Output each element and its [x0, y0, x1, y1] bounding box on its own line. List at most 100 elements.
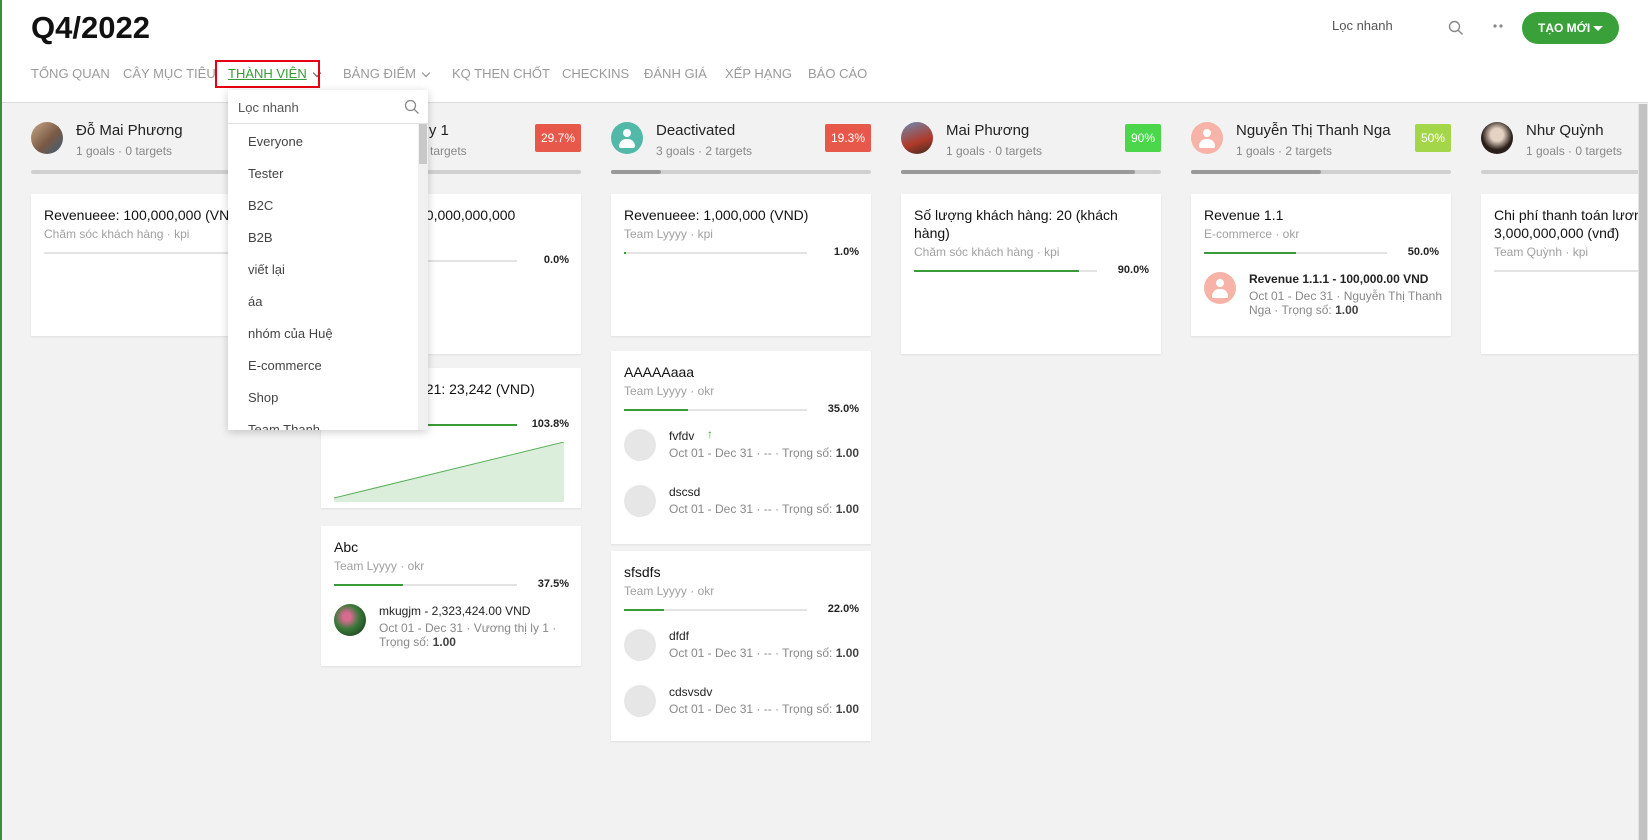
avatar[interactable] [1481, 122, 1513, 154]
dropdown-item-b2c[interactable]: B2C [248, 198, 273, 218]
dropdown-scrollbar[interactable] [418, 124, 428, 430]
goal-title[interactable]: Chi phí thanh toán lương: 3,000,000,000 … [1494, 206, 1648, 242]
dropdown-item-e-commerce[interactable]: E-commerce [248, 358, 322, 378]
goal-progress [1204, 252, 1387, 254]
search-icon[interactable] [404, 99, 420, 115]
progress-fill [334, 584, 403, 586]
progress-fill [914, 270, 1079, 272]
goal-title[interactable]: Revenue 1.1 [1204, 206, 1444, 224]
goal-card[interactable]: Số lượng khách hàng: 20 (khách hàng) Chă… [901, 194, 1161, 354]
dropdown-item-aa[interactable]: áa [248, 294, 262, 314]
goal-card[interactable]: Revenue 1.1 E-commerce · okr 50.0% Reven… [1191, 194, 1451, 336]
goal-card[interactable]: sfsdfs Team Lyyyy · okr 22.0% dfdf Oct 0… [611, 551, 871, 741]
goal-card[interactable]: Revenueee: 1,000,000 (VND) Team Lyyyy · … [611, 194, 871, 336]
active-tab-highlight-box [215, 60, 320, 88]
tab-danh-gia[interactable]: ĐÁNH GIÁ [644, 61, 707, 87]
create-new-button[interactable]: TẠO MỚI [1522, 12, 1619, 44]
goal-percent: 22.0% [827, 603, 859, 615]
user-icon [1199, 127, 1215, 149]
quick-filter-input[interactable]: Lọc nhanh [1332, 18, 1452, 38]
dropdown-item-everyone[interactable]: Everyone [248, 134, 303, 154]
dropdown-item-tester[interactable]: Tester [248, 166, 283, 186]
member-meta: 1 goals · 0 targets [1526, 144, 1623, 158]
dropdown-list: Everyone Tester B2C B2B viết lại áa nhóm… [228, 124, 418, 430]
scrollbar-thumb[interactable] [1639, 104, 1647, 840]
member-header: Deactivated 3 goals · 2 targets 19.3% [611, 120, 871, 168]
kr-weight: 1.00 [835, 702, 860, 716]
key-result-item[interactable]: dscsd Oct 01 - Dec 31 · -- · Trọng số: 1… [624, 483, 864, 531]
tab-bao-cao[interactable]: BÁO CÁO [808, 61, 867, 87]
create-new-label: TẠO MỚI [1538, 21, 1591, 35]
member-progress-bar [611, 170, 871, 174]
kr-name[interactable]: cdsvsdv [669, 685, 712, 699]
avatar[interactable] [31, 122, 63, 154]
dropdown-search-input[interactable] [238, 97, 398, 117]
top-header: Q4/2022 TỔNG QUAN CÂY MỤC TIÊU THÀNH VIÊ… [0, 0, 1648, 103]
goal-percent: 1.0% [833, 246, 859, 258]
tab-checkins[interactable]: CHECKINS [562, 61, 629, 87]
goal-progress [624, 609, 807, 611]
goal-sub: Team Lyyyy · kpi [624, 227, 713, 241]
kr-name[interactable]: Revenue 1.1.1 - 100,000.00 VND [1249, 272, 1428, 286]
avatar[interactable] [1191, 122, 1223, 154]
kr-meta-text: Oct 01 - Dec 31 · -- · Trọng số: [669, 446, 833, 460]
user-icon [619, 127, 635, 149]
avatar [624, 685, 656, 717]
status-badge: 29.7% [534, 124, 581, 152]
dropdown-item-team-thanh[interactable]: Team Thanh [248, 422, 320, 430]
goal-title[interactable]: AAAAAaaa [624, 363, 864, 381]
dropdown-item-shop[interactable]: Shop [248, 390, 278, 410]
progress-fill [624, 609, 665, 611]
avatar [624, 429, 656, 461]
kr-weight: 1.00 [1335, 303, 1359, 317]
kr-name[interactable]: fvfdv [669, 429, 694, 443]
more-dots-icon[interactable] [1490, 18, 1506, 34]
tab-bang-diem[interactable]: BẢNG ĐIỂM [343, 61, 431, 87]
progress-fill [624, 409, 689, 411]
goal-card[interactable]: Abc Team Lyyyy · okr 37.5% mkugjm - 2,32… [321, 526, 581, 666]
tab-kq-then-chot[interactable]: KQ THEN CHỐT [452, 61, 550, 87]
key-result-item[interactable]: mkugjm - 2,323,424.00 VND Oct 01 - Dec 3… [334, 602, 574, 650]
goal-sub: Chăm sóc khách hàng · kpi [914, 245, 1060, 259]
kr-meta: Oct 01 - Dec 31 · -- · Trọng số: 1.00 [669, 502, 869, 516]
member-name[interactable]: Mai Phương [946, 122, 1029, 139]
dropdown-scrollbar-thumb[interactable] [419, 124, 427, 164]
goal-title[interactable]: sfsdfs [624, 563, 864, 581]
vertical-scrollbar[interactable] [1638, 104, 1648, 840]
member-name[interactable]: Như Quỳnh [1526, 122, 1604, 139]
key-result-item[interactable]: dfdf Oct 01 - Dec 31 · -- · Trọng số: 1.… [624, 627, 864, 675]
member-name[interactable]: Đỗ Mai Phương [76, 122, 183, 139]
dropdown-item-b2b[interactable]: B2B [248, 230, 273, 250]
tab-xep-hang[interactable]: XẾP HẠNG [725, 61, 792, 87]
avatar [1204, 272, 1236, 304]
dropdown-item-nhom-cua-hue[interactable]: nhóm của Huệ [248, 326, 333, 346]
tab-cay-muc-tieu[interactable]: CÂY MỤC TIÊU [123, 61, 216, 87]
goal-card[interactable]: AAAAAaaa Team Lyyyy · okr 35.0% fvfdv ↑ … [611, 351, 871, 544]
dropdown-item-viet-lai[interactable]: viết lại [248, 262, 285, 282]
avatar [334, 604, 366, 636]
page-title: Q4/2022 [31, 10, 150, 45]
avatar[interactable] [611, 122, 643, 154]
goal-sub: E-commerce · okr [1204, 227, 1300, 241]
kr-name[interactable]: dfdf [669, 629, 689, 643]
tab-tong-quan[interactable]: TỔNG QUAN [31, 61, 110, 87]
key-result-item[interactable]: fvfdv ↑ Oct 01 - Dec 31 · -- · Trọng số:… [624, 427, 864, 475]
member-name[interactable]: Deactivated [656, 122, 735, 139]
kr-meta: Oct 01 - Dec 31 · Nguyễn Thị Thanh Nga ·… [1249, 289, 1444, 317]
goal-title[interactable]: Abc [334, 538, 574, 556]
goal-title[interactable]: Số lượng khách hàng: 20 (khách hàng) [914, 206, 1154, 242]
key-result-item[interactable]: Revenue 1.1.1 - 100,000.00 VND Oct 01 - … [1204, 270, 1444, 330]
kr-name[interactable]: dscsd [669, 485, 700, 499]
member-meta: targets [430, 144, 467, 158]
key-result-item[interactable]: cdsvsdv Oct 01 - Dec 31 · -- · Trọng số:… [624, 683, 864, 731]
kr-meta: Oct 01 - Dec 31 · -- · Trọng số: 1.00 [669, 446, 869, 460]
member-header: Nguyễn Thị Thanh Nga 1 goals · 2 targets… [1191, 120, 1451, 168]
progress-fill [611, 170, 662, 174]
kr-name[interactable]: mkugjm - 2,323,424.00 VND [379, 604, 530, 618]
member-name[interactable]: Nguyễn Thị Thanh Nga [1236, 122, 1391, 139]
search-icon[interactable] [1448, 20, 1464, 36]
avatar[interactable] [901, 122, 933, 154]
goal-percent: 50.0% [1407, 246, 1439, 258]
goal-title[interactable]: Revenueee: 1,000,000 (VND) [624, 206, 864, 224]
goal-card[interactable]: Chi phí thanh toán lương: 3,000,000,000 … [1481, 194, 1648, 354]
